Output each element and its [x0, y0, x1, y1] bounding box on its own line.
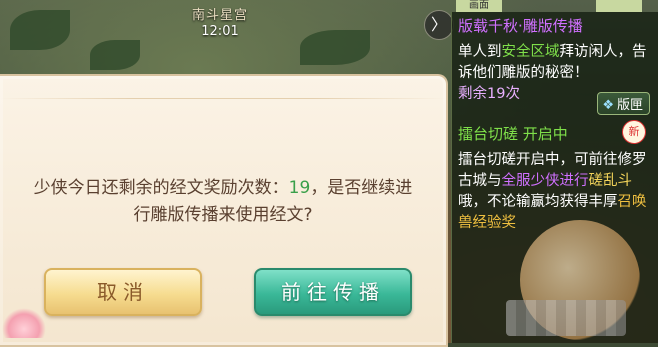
news-text: 单人到: [458, 44, 502, 60]
remaining-count-value: 19: [288, 178, 311, 198]
news-title: 版载千秋·雕版传播: [458, 17, 583, 35]
news-highlight: 安全区域: [501, 44, 560, 60]
news-body: 单人到安全区域拜访闲人，告诉他们雕版的秘密！: [458, 42, 653, 84]
news-highlight: 磋乱斗: [588, 173, 633, 189]
foliage: [90, 40, 140, 70]
news-item-arena[interactable]: 擂台切磋 开启中 擂台切磋开启中，可前往修罗古城与全服少侠进行磋乱斗哦，不论输赢…: [458, 124, 653, 234]
news-text: ，不论输赢均获得丰厚: [472, 194, 618, 210]
mosaic-overlay: [506, 300, 626, 336]
foliage: [300, 30, 370, 65]
panel-tab-decoration: [596, 0, 642, 12]
confirm-dialog: 少侠今日还剩余的经文奖励次数：19，是否继续进行雕版传播来使用经文? 取消 前往…: [0, 74, 448, 347]
map-name: 南斗星宫: [191, 8, 248, 23]
game-clock: 12:01: [201, 24, 239, 39]
foliage: [10, 10, 70, 50]
message-prefix: 少侠今日还剩余的经文奖励次数：: [33, 178, 289, 198]
news-highlight: 全服少侠进行: [501, 173, 589, 189]
cancel-button[interactable]: 取消: [44, 268, 202, 316]
news-text: 哦: [458, 194, 473, 210]
chevron-right-icon[interactable]: 〉: [424, 10, 454, 40]
badge-label: 版匣: [616, 98, 643, 113]
engraving-box-button[interactable]: ❖ 版匣: [597, 92, 650, 115]
dialog-message: 少侠今日还剩余的经文奖励次数：19，是否继续进行雕版传播来使用经文?: [30, 175, 416, 229]
scroll-icon: ❖: [602, 98, 614, 113]
go-spread-button[interactable]: 前往传播: [254, 268, 412, 316]
lotus-decoration: [2, 308, 46, 338]
new-badge: 新: [622, 120, 646, 144]
panel-tab[interactable]: 画面: [456, 0, 502, 12]
news-body: 擂台切磋开启中，可前往修罗古城与全服少侠进行磋乱斗哦，不论输赢均获得丰厚召唤兽经…: [458, 150, 653, 234]
dialog-divider: [0, 98, 446, 99]
